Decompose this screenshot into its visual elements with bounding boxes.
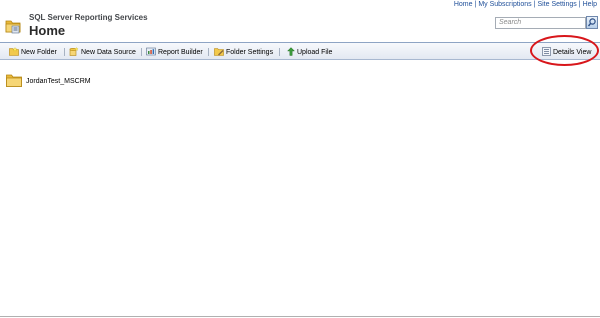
folder-settings-icon [214, 47, 226, 58]
separator: | [578, 1, 581, 8]
top-nav-links: Home | My Subscriptions | Site Settings | Help [454, 1, 597, 8]
page-title: Home [29, 23, 66, 38]
toolbar: New Folder New Data Source Report Builde… [0, 42, 600, 60]
folder-icon [6, 73, 26, 89]
toolbar-separator [64, 48, 65, 56]
folder-item[interactable]: JordanTest_MSCRM [6, 73, 91, 89]
search-button[interactable] [586, 16, 598, 29]
upload-file-button[interactable]: Upload File [287, 46, 332, 58]
new-folder-label: New Folder [21, 48, 57, 56]
divider [0, 316, 600, 317]
top-link-site-settings[interactable]: Site Settings [537, 1, 576, 8]
top-link-help[interactable]: Help [583, 1, 597, 8]
search-icon [587, 17, 597, 28]
toolbar-separator [279, 48, 280, 56]
toolbar-separator [141, 48, 142, 56]
upload-arrow-icon [287, 46, 297, 58]
folder-settings-button[interactable]: Folder Settings [214, 46, 273, 58]
new-data-source-icon [69, 46, 81, 58]
folder-home-icon [5, 18, 21, 34]
new-folder-button[interactable]: New Folder [9, 46, 57, 58]
top-link-my-subscriptions[interactable]: My Subscriptions [478, 1, 531, 8]
annotation-circle [530, 35, 599, 66]
app-title: SQL Server Reporting Services [29, 13, 148, 22]
search-input[interactable]: Search [495, 17, 586, 29]
new-data-source-label: New Data Source [81, 48, 136, 56]
top-link-home[interactable]: Home [454, 1, 473, 8]
separator: | [474, 1, 477, 8]
new-data-source-button[interactable]: New Data Source [69, 46, 136, 58]
report-builder-button[interactable]: Report Builder [146, 46, 203, 58]
folder-settings-label: Folder Settings [226, 48, 274, 56]
toolbar-separator [208, 48, 209, 56]
upload-file-label: Upload File [297, 48, 333, 56]
report-builder-icon [146, 47, 158, 58]
report-builder-label: Report Builder [158, 48, 203, 56]
folder-item-label[interactable]: JordanTest_MSCRM [26, 78, 91, 85]
separator: | [533, 1, 536, 8]
new-folder-icon [9, 46, 21, 58]
